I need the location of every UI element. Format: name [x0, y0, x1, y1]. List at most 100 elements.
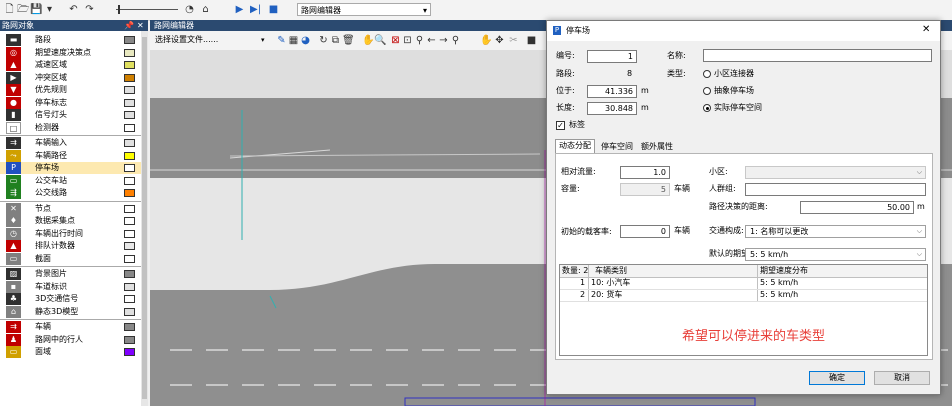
network-object-item[interactable]: ▭ 面域: [0, 346, 141, 358]
decision-distance-field[interactable]: 50.00: [800, 201, 914, 214]
table-row[interactable]: 2 20: 货车 5: 5 km/h: [560, 290, 927, 302]
zoom-slider[interactable]: [116, 9, 178, 10]
default-speed-select[interactable]: 5: 5 km/h ⌵: [745, 248, 926, 261]
attraction-field[interactable]: [745, 183, 926, 196]
undo-icon[interactable]: ↶: [68, 4, 79, 15]
position-field[interactable]: 41.336: [587, 85, 637, 98]
object-color-swatch[interactable]: [124, 295, 135, 303]
relative-flow-field[interactable]: 1.0: [620, 166, 670, 179]
traffic-composition-select[interactable]: 1: 名称可以更改 ⌵: [745, 225, 926, 238]
object-color-swatch[interactable]: [124, 123, 135, 132]
zone-select[interactable]: ⌵: [745, 166, 926, 179]
pan-icon[interactable]: ✋: [362, 35, 374, 46]
ok-button[interactable]: 确定: [809, 371, 865, 385]
close-icon[interactable]: ✕: [137, 20, 144, 31]
left-scrollbar[interactable]: [141, 31, 148, 406]
object-color-swatch[interactable]: [124, 229, 135, 238]
name-field[interactable]: [703, 49, 932, 62]
object-color-swatch[interactable]: [124, 323, 135, 331]
network-object-item[interactable]: ▭ 截面: [0, 252, 141, 265]
save-icon[interactable]: 💾: [30, 4, 42, 15]
object-color-swatch[interactable]: [124, 189, 135, 197]
step-icon[interactable]: ▶|: [250, 4, 261, 15]
object-color-swatch[interactable]: [124, 176, 135, 185]
network-object-item[interactable]: ▼ 优先规则: [0, 84, 141, 96]
object-color-swatch[interactable]: [124, 242, 135, 250]
type-radio-zone-connector[interactable]: [703, 70, 711, 78]
object-color-swatch[interactable]: [124, 111, 135, 119]
network-object-item[interactable]: ● 停车标志: [0, 96, 141, 109]
move-icon[interactable]: ✥: [494, 35, 505, 46]
network-object-item[interactable]: ▮ 信号灯头: [0, 109, 141, 121]
zoom-fit-icon[interactable]: ⊠: [390, 35, 401, 46]
network-object-item[interactable]: ▬ 路段: [0, 34, 141, 46]
network-object-item[interactable]: ▨ 背景图片: [0, 268, 141, 280]
zoom-window-icon[interactable]: ⊡: [402, 35, 413, 46]
object-color-swatch[interactable]: [124, 307, 135, 316]
object-color-swatch[interactable]: [124, 98, 135, 107]
network-object-item[interactable]: ⌂ 静态3D模型: [0, 305, 141, 318]
object-color-swatch[interactable]: [124, 348, 135, 356]
object-color-swatch[interactable]: [124, 139, 135, 147]
object-color-swatch[interactable]: [124, 164, 135, 172]
network-object-item[interactable]: ⇉ 车辆: [0, 321, 141, 333]
network-object-item[interactable]: ◎ 期望速度决策点: [0, 46, 141, 59]
object-color-swatch[interactable]: [124, 36, 135, 44]
delete-icon[interactable]: 🗑: [342, 35, 355, 46]
hand-icon[interactable]: ✋: [480, 35, 492, 46]
id-field[interactable]: 1: [587, 50, 637, 63]
play-icon[interactable]: ▶: [234, 4, 245, 15]
settings-file-combo[interactable]: 选择设置文件...... ▾: [153, 34, 271, 46]
object-color-swatch[interactable]: [124, 217, 135, 225]
object-color-swatch[interactable]: [124, 254, 135, 263]
close-icon[interactable]: ✕: [922, 24, 930, 35]
network-object-item[interactable]: ♣ 3D交通信号: [0, 293, 141, 305]
type-radio-real-spaces[interactable]: [703, 104, 711, 112]
tab-dynamic-assignment[interactable]: 动态分配: [555, 139, 595, 154]
scroll-thumb[interactable]: [142, 37, 147, 399]
network-object-item[interactable]: ▶ 冲突区域: [0, 71, 141, 84]
network-object-item[interactable]: ▲ 排队计数器: [0, 240, 141, 252]
cancel-button[interactable]: 取消: [874, 371, 930, 385]
select-tool-icon[interactable]: ✎: [276, 35, 287, 46]
object-color-swatch[interactable]: [124, 151, 135, 160]
home-view-icon[interactable]: ⌂: [200, 4, 211, 15]
object-color-swatch[interactable]: [124, 204, 135, 213]
object-color-swatch[interactable]: [124, 282, 135, 291]
label-checkbox[interactable]: ✓: [556, 121, 565, 130]
object-color-swatch[interactable]: [124, 48, 135, 57]
network-object-item[interactable]: ⤳ 车辆路径: [0, 149, 141, 162]
pin-icon[interactable]: 📌: [124, 20, 134, 31]
object-color-swatch[interactable]: [124, 270, 135, 278]
tab-parking-spaces[interactable]: 停车空间: [598, 141, 636, 153]
new-file-icon[interactable]: 🗋: [4, 4, 15, 15]
object-color-swatch[interactable]: [124, 61, 135, 69]
network-object-item[interactable]: P 停车场: [0, 162, 141, 174]
initial-occupancy-field[interactable]: 0: [620, 225, 670, 238]
rotate-icon[interactable]: ↻: [318, 35, 329, 46]
magnifier-icon[interactable]: ⚲: [414, 35, 425, 46]
forward-icon[interactable]: →: [438, 35, 449, 46]
zoom-in-icon[interactable]: 🔍: [374, 35, 386, 46]
tab-extra-attributes[interactable]: 额外属性: [638, 141, 676, 153]
copy-icon[interactable]: ⧉: [330, 35, 341, 46]
network-object-item[interactable]: ▪ 车道标识: [0, 280, 141, 293]
zoom-out-icon[interactable]: ⚲: [450, 35, 461, 46]
network-object-item[interactable]: ▭ 公交车站: [0, 174, 141, 187]
zoom-slider-thumb[interactable]: [118, 5, 120, 14]
color-icon[interactable]: ◕: [300, 35, 311, 46]
network-object-item[interactable]: ▲ 减速区域: [0, 59, 141, 71]
network-object-item[interactable]: ⇶ 公交线路: [0, 187, 141, 199]
camera-icon[interactable]: ■: [526, 35, 537, 46]
object-color-swatch[interactable]: [124, 73, 135, 82]
network-object-item[interactable]: ✕ 节点: [0, 202, 141, 215]
grid-icon[interactable]: ▦: [288, 35, 299, 46]
view-combo[interactable]: 路网编辑器 ▾: [297, 3, 431, 16]
stop-icon[interactable]: ■: [268, 4, 279, 15]
open-folder-icon[interactable]: 🗁: [17, 4, 29, 15]
save-dropdown-icon[interactable]: ▾: [44, 4, 55, 15]
object-color-swatch[interactable]: [124, 86, 135, 94]
network-object-item[interactable]: ♟ 路网中的行人: [0, 333, 141, 346]
redo-icon[interactable]: ↷: [84, 4, 95, 15]
length-field[interactable]: 30.848: [587, 102, 637, 115]
